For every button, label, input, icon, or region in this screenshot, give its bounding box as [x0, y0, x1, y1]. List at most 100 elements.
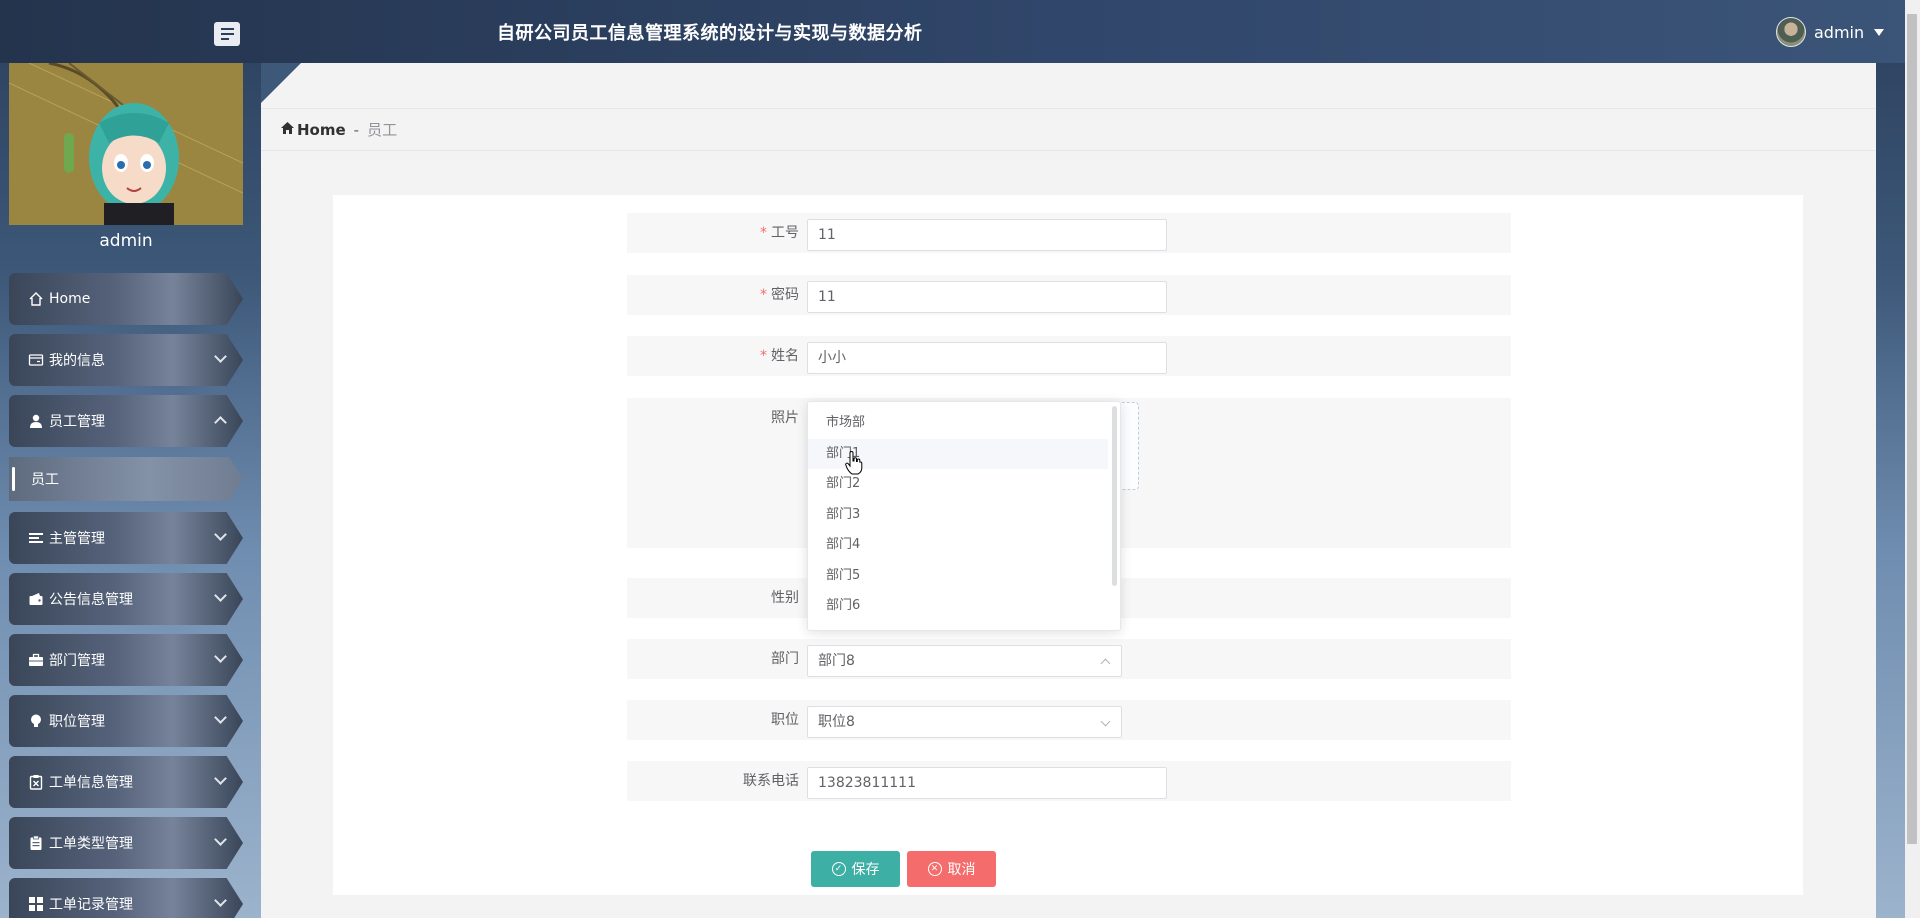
save-button[interactable]: ✓ 保存	[811, 851, 900, 887]
sidebar-subitem-label: 员工	[31, 472, 59, 488]
dropdown-scrollbar[interactable]	[1112, 406, 1117, 586]
cancel-button-label: 取消	[947, 862, 976, 878]
clipboard-icon	[27, 834, 45, 852]
form-row-position: 职位 职位8	[627, 700, 1511, 740]
employee-no-label: * 工号	[627, 213, 799, 253]
form-row-department: 部门 部门8	[627, 639, 1511, 679]
position-label: 职位	[771, 712, 799, 728]
menu-toggle-icon[interactable]	[214, 22, 240, 46]
chevron-down-icon	[214, 894, 227, 907]
password-label: * 密码	[627, 275, 799, 315]
clipboard-x-icon	[27, 773, 45, 791]
name-input[interactable]: 小小	[807, 342, 1167, 374]
check-circle-icon: ✓	[831, 862, 846, 876]
name-label-text: 姓名	[771, 348, 799, 364]
chevron-down-icon	[214, 772, 227, 785]
employee-no-input[interactable]: 11	[807, 219, 1167, 251]
chevron-down-icon	[214, 711, 227, 724]
password-input[interactable]: 11	[807, 281, 1167, 313]
sidebar-item-ticket-record-management[interactable]: 工单记录管理	[9, 878, 243, 918]
caret-down-icon	[1874, 28, 1885, 36]
department-dropdown: 市场部 部门1 部门2 部门3 部门4 部门5 部门6	[807, 401, 1121, 631]
name-label: * 姓名	[627, 336, 799, 376]
breadcrumb-current: 员工	[367, 121, 398, 139]
cancel-button[interactable]: ✕ 取消	[907, 851, 996, 887]
profile-picture	[9, 63, 243, 225]
sidebar-item-label: 主管管理	[49, 531, 105, 547]
department-label: 部门	[771, 651, 799, 667]
sidebar-item-department-management[interactable]: 部门管理	[9, 634, 243, 686]
sidebar-subitem-employee[interactable]: 员工	[9, 457, 243, 501]
dropdown-option[interactable]: 部门4	[808, 530, 1108, 561]
sidebar-item-label: 工单记录管理	[49, 897, 133, 913]
breadcrumb-home-label: Home	[297, 120, 346, 139]
sidebar-item-label: 工单信息管理	[49, 775, 133, 791]
chevron-up-icon	[1100, 658, 1111, 669]
chevron-up-icon	[214, 416, 227, 429]
position-select-value: 职位8	[818, 714, 855, 730]
app-title: 自研公司员工信息管理系统的设计与实现与数据分析	[497, 23, 923, 44]
sidebar-item-label: 工单类型管理	[49, 836, 133, 852]
sidebar-item-ticket-info-management[interactable]: 工单信息管理	[9, 756, 243, 808]
sidebar-item-ticket-type-management[interactable]: 工单类型管理	[9, 817, 243, 869]
hand-cursor-icon	[845, 450, 863, 475]
phone-input[interactable]: 13823811111	[807, 767, 1167, 799]
top-header: 自研公司员工信息管理系统的设计与实现与数据分析 admin	[0, 0, 1920, 63]
breadcrumb-home[interactable]: Home	[281, 121, 346, 139]
password-label-text: 密码	[771, 287, 799, 303]
photo-label: 照片	[771, 410, 799, 426]
dropdown-option[interactable]: 部门5	[808, 561, 1108, 592]
sidebar: admin Home 我的信息 员工管理 员工 主管管理 公告信息管理 部门管理…	[0, 63, 261, 918]
department-options: 市场部 部门1 部门2 部门3 部门4 部门5 部门6	[808, 408, 1108, 622]
sidebar-item-position-management[interactable]: 职位管理	[9, 695, 243, 747]
sidebar-item-announcement-management[interactable]: 公告信息管理	[9, 573, 243, 625]
breadcrumb-separator: -	[353, 120, 360, 139]
required-mark: *	[760, 287, 767, 303]
list-icon	[27, 529, 45, 547]
chevron-down-icon	[214, 350, 227, 363]
chevron-down-icon	[214, 833, 227, 846]
dropdown-option[interactable]: 部门3	[808, 500, 1108, 531]
employee-no-label-text: 工号	[771, 225, 799, 241]
close-circle-icon: ✕	[927, 862, 942, 876]
window-scrollbar-thumb[interactable]	[1907, 14, 1917, 844]
dropdown-option[interactable]: 部门6	[808, 591, 1108, 622]
chevron-down-icon	[214, 650, 227, 663]
department-select[interactable]: 部门8	[807, 645, 1122, 677]
chevron-down-icon	[1100, 716, 1111, 727]
required-mark: *	[760, 225, 767, 241]
sidebar-item-label: 我的信息	[49, 353, 105, 369]
bulb-icon	[27, 712, 45, 730]
sidebar-item-my-info[interactable]: 我的信息	[9, 334, 243, 386]
sidebar-item-label: 职位管理	[49, 714, 105, 730]
sidebar-username: admin	[99, 231, 153, 251]
sidebar-item-employee-management[interactable]: 员工管理	[9, 395, 243, 447]
sidebar-item-label: Home	[49, 291, 91, 307]
id-card-icon	[27, 351, 45, 369]
form-row-employee-no: * 工号 11	[627, 213, 1511, 253]
form-row-phone: 联系电话 13823811111	[627, 761, 1511, 801]
home-icon	[27, 290, 45, 308]
dropdown-option[interactable]: 市场部	[808, 408, 1108, 439]
phone-label: 联系电话	[743, 773, 799, 789]
page-corner-decoration	[261, 63, 301, 103]
briefcase-icon	[27, 651, 45, 669]
chevron-down-icon	[214, 528, 227, 541]
sidebar-nav: Home 我的信息 员工管理 员工 主管管理 公告信息管理 部门管理 职位管理 …	[9, 273, 243, 918]
save-button-label: 保存	[851, 862, 880, 878]
breadcrumb: Home - 员工	[261, 108, 1876, 151]
grid-icon	[27, 895, 45, 913]
home-icon	[281, 121, 294, 138]
user-menu[interactable]: admin	[1776, 17, 1885, 47]
tags-bar	[261, 63, 1876, 108]
form-row-name: * 姓名 小小	[627, 336, 1511, 376]
user-icon	[27, 412, 45, 430]
department-select-value: 部门8	[818, 653, 855, 669]
header-username: admin	[1814, 22, 1865, 42]
avatar	[1776, 17, 1806, 47]
position-select[interactable]: 职位8	[807, 706, 1122, 738]
chevron-down-icon	[214, 589, 227, 602]
sidebar-item-home[interactable]: Home	[9, 273, 243, 325]
sidebar-item-label: 公告信息管理	[49, 592, 133, 608]
sidebar-item-supervisor-management[interactable]: 主管管理	[9, 512, 243, 564]
